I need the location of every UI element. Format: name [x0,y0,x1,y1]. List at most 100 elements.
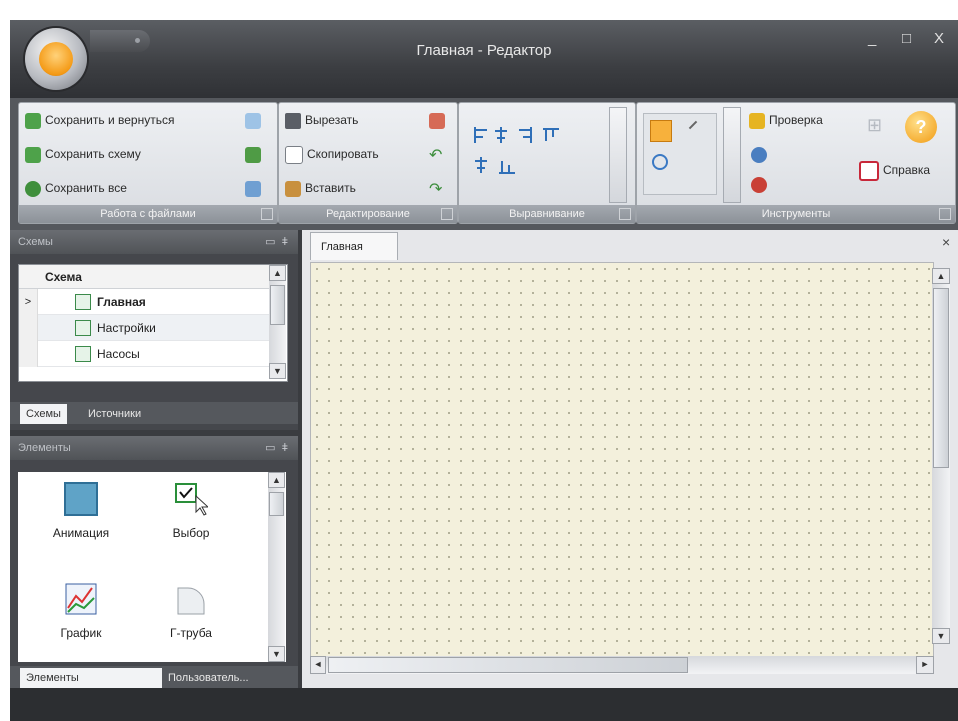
checkbox-cursor-icon [174,482,210,516]
scroll-left-icon[interactable]: ◄ [310,656,326,674]
scroll-thumb[interactable] [933,288,949,468]
line-tool-icon[interactable] [688,120,698,130]
ribbon-group-files: Сохранить и вернуться Сохранить схему Со… [18,102,278,224]
save-all-button[interactable]: Сохранить все [25,177,127,199]
schemes-panel-header: Схемы ▭ ǂ [10,230,298,254]
scroll-down-icon[interactable]: ▼ [269,363,286,379]
schemes-panel: Схемы ▭ ǂ Схема > Главная Настройки Насо… [10,230,298,430]
open-file-icon[interactable] [245,113,261,129]
ribbon-group-tools: Проверка ⊞ ? Справка Инструменты [636,102,956,224]
scroll-up-icon[interactable]: ▲ [268,472,285,488]
tools-gallery-scroll[interactable] [723,107,741,203]
chart-icon [64,582,98,616]
dialog-launcher-icon[interactable] [939,208,951,220]
save-all-icon [25,180,41,197]
elements-list: Анимация Выбор График Г-труба ▲ ▼ [18,472,286,662]
scheme-icon [75,346,91,362]
globe-icon[interactable] [751,147,767,163]
cut-button[interactable]: Вырезать [285,109,358,131]
schematic-canvas[interactable] [310,262,934,672]
dialog-launcher-icon[interactable] [261,208,273,220]
undo-icon[interactable]: ↶ [429,145,442,165]
pipe-icon [174,582,208,616]
canvas-horizontal-scrollbar[interactable]: ◄ ► [310,656,934,674]
title-bar: Главная - Редактор _ □ X [10,20,958,98]
row-selector-icon [19,341,38,367]
tab-sources[interactable]: Источники [82,404,147,424]
scheme-icon [75,320,91,336]
delete-icon[interactable] [429,113,445,129]
tab-elements[interactable]: Элементы [20,668,162,688]
scroll-up-icon[interactable]: ▲ [269,265,286,281]
row-selector-icon [19,315,38,341]
help-window-icon [859,160,879,181]
ellipse-tool-icon[interactable] [652,154,668,170]
scheme-icon [75,294,91,310]
align-gallery-scroll[interactable] [609,107,627,203]
canvas-vertical-scrollbar[interactable]: ▲ ▼ [932,268,950,644]
maximize-button[interactable]: □ [902,30,911,47]
scroll-down-icon[interactable]: ▼ [268,646,285,662]
dialog-launcher-icon[interactable] [619,208,631,220]
tab-main[interactable]: Главная [310,232,398,260]
tree-row[interactable]: > Главная [19,289,269,315]
application-menu-button[interactable] [25,28,87,90]
copy-icon [285,145,303,164]
scroll-up-icon[interactable]: ▲ [932,268,950,284]
status-bar [10,688,958,721]
tab-user[interactable]: Пользователь... [162,668,255,688]
scroll-right-icon[interactable]: ► [916,656,934,674]
redo-icon[interactable]: ↷ [429,179,442,199]
bug-icon[interactable] [751,177,767,193]
panel-pin-icon[interactable]: ▭ ǂ [265,230,288,254]
scroll-thumb[interactable] [270,285,285,325]
tree-vertical-scrollbar[interactable]: ▲ ▼ [269,265,286,379]
paste-icon [285,180,301,197]
document-area: Главная × ▲ ▼ ◄ ► [302,230,958,688]
tree-column-header[interactable]: Схема [19,265,269,289]
scroll-thumb[interactable] [328,657,688,673]
tree-row[interactable]: Настройки [19,315,269,341]
check-button[interactable]: Проверка [749,109,823,131]
close-button[interactable]: X [934,30,944,47]
save-scheme-icon [25,146,41,163]
ribbon-group-edit-caption: Редактирование [279,205,457,223]
align-icons[interactable] [471,123,601,177]
dialog-launcher-icon[interactable] [441,208,453,220]
disabled-grid-icon: ⊞ [867,115,883,135]
element-animation[interactable]: Анимация [36,482,126,540]
help-icon[interactable]: ? [905,111,937,143]
schemes-panel-tabs: Схемы Источники [10,402,298,424]
scroll-thumb[interactable] [269,492,284,516]
check-icon [749,112,765,129]
elements-vertical-scrollbar[interactable]: ▲ ▼ [268,472,285,662]
minimize-button[interactable]: _ [868,30,876,47]
tools-gallery[interactable] [643,113,717,195]
panel-pin-icon[interactable]: ▭ ǂ [265,436,288,460]
help-button[interactable]: Справка [859,159,930,181]
elements-panel: Элементы ▭ ǂ Анимация Выбор График Г-тру… [10,436,298,688]
tab-schemes[interactable]: Схемы [20,404,67,424]
ribbon-group-tools-caption: Инструменты [637,205,955,223]
element-chart[interactable]: График [36,582,126,640]
scissors-icon [285,112,301,129]
users-icon[interactable] [245,181,261,197]
elements-panel-tabs: Элементы Пользователь... [10,666,298,688]
pointer-tool-icon[interactable] [650,120,672,142]
element-pipe[interactable]: Г-труба [146,582,236,640]
copy-button[interactable]: Скопировать [285,143,379,165]
ribbon-group-align: Выравнивание [458,102,636,224]
row-selector-icon: > [19,289,38,315]
export-icon[interactable] [245,147,261,163]
save-and-return-button[interactable]: Сохранить и вернуться [25,109,174,131]
elements-panel-header: Элементы ▭ ǂ [10,436,298,460]
tree-row[interactable]: Насосы [19,341,269,367]
schemes-tree: Схема > Главная Настройки Насосы ▲ ▼ [18,264,288,382]
close-document-icon[interactable]: × [942,234,950,250]
paste-button[interactable]: Вставить [285,177,356,199]
window-title: Главная - Редактор [416,42,552,59]
scroll-down-icon[interactable]: ▼ [932,628,950,644]
element-select[interactable]: Выбор [146,482,236,540]
ribbon: Сохранить и вернуться Сохранить схему Со… [10,98,958,230]
save-scheme-button[interactable]: Сохранить схему [25,143,141,165]
